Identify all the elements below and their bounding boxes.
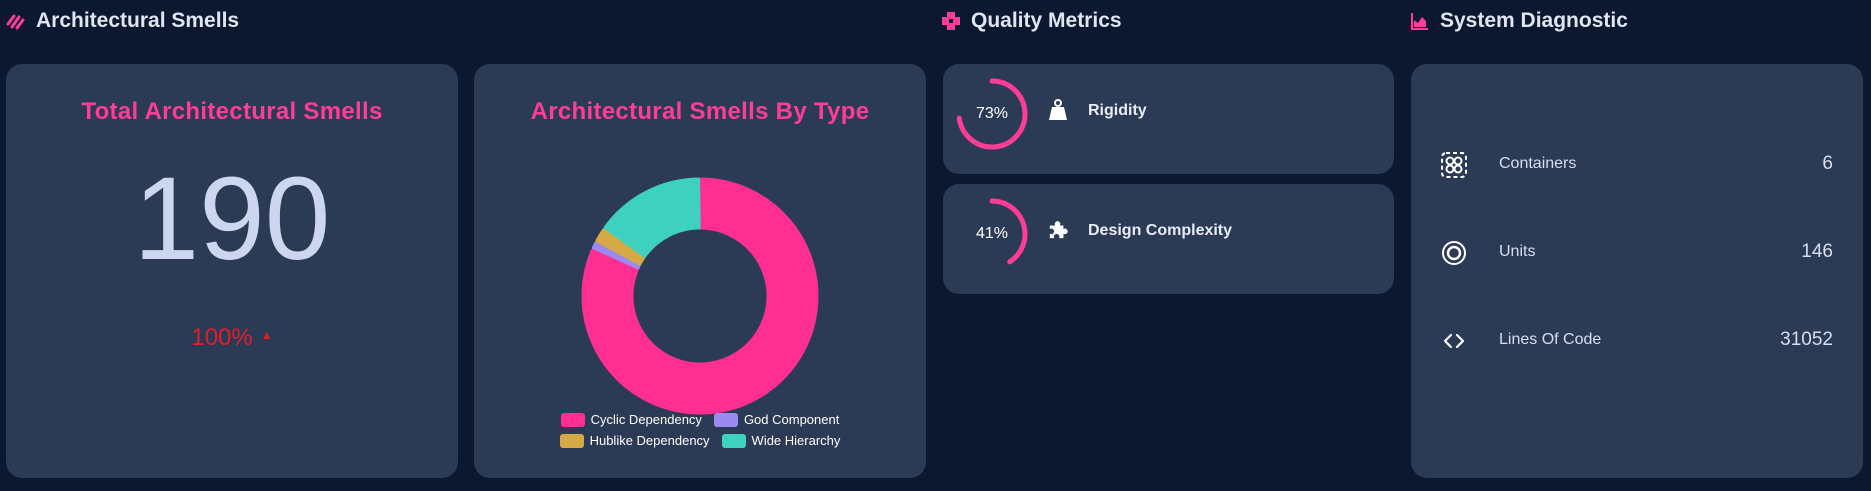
legend-item[interactable]: Wide Hierarchy [721,433,841,448]
change-indicator: 100% ▲ [6,324,458,352]
metric-card-rigidity[interactable]: 73% Rigidity [943,64,1394,174]
diagnostic-row-units: Units 146 [1411,232,1863,272]
legend-label: Cyclic Dependency [590,412,702,427]
metric-label: Design Complexity [1088,222,1233,239]
system-diagnostic-card: Containers 6 Units 146 Lines Of Code 310… [1411,64,1863,478]
legend-label: God Component [743,412,840,427]
metric-card-design-complexity[interactable]: 41% Design Complexity [943,184,1394,294]
chart-heading: Architectural Smells By Type [530,98,870,125]
metric-label: Rigidity [1088,102,1147,119]
legend-label: Hublike Dependency [589,433,710,448]
legend-item[interactable]: Cyclic Dependency [560,412,702,427]
units-icon [1442,241,1466,265]
diagnostic-value: 31052 [1780,329,1833,350]
quality-metrics-section-title: Quality Metrics [941,6,1122,36]
card-heading: Total Architectural Smells [81,98,383,125]
total-smells-value: 190 [133,153,331,285]
legend-swatch [721,433,746,448]
donut-chart [581,177,819,415]
diagnostic-value: 6 [1822,153,1833,174]
diagnostic-label: Units [1499,243,1536,260]
diagnostic-row-lines-of-code: Lines Of Code 31052 [1411,320,1863,360]
puzzle-icon [1049,221,1068,239]
area-chart-icon [1411,13,1428,30]
caret-up-icon: ▲ [260,328,273,342]
legend-label: Wide Hierarchy [751,433,841,448]
diagnostic-label: Lines Of Code [1499,331,1602,348]
legend-item[interactable]: God Component [713,412,840,427]
section-title-text: Architectural Smells [36,9,240,32]
code-icon [1443,333,1465,349]
diagnostic-label: Containers [1499,155,1577,172]
change-percent: 100% [191,324,253,351]
total-smells-card: Total Architectural Smells 190 100% ▲ [6,64,458,478]
system-diagnostic-section-title: System Diagnostic [1410,6,1628,36]
legend-swatch [560,412,585,427]
containers-icon [1441,152,1467,178]
smells-by-type-card: Architectural Smells By Type Cyclic Depe… [474,64,926,478]
metric-percent: 73% [975,105,1009,122]
chart-legend: Cyclic Dependency God Component Hublike D… [474,412,926,448]
metric-percent: 41% [975,225,1009,242]
legend-swatch [713,412,738,427]
diagnostic-row-containers: Containers 6 [1411,144,1863,184]
legend-swatch [559,433,584,448]
quality-icon [942,12,960,30]
section-title-text: Quality Metrics [971,9,1122,32]
legend-item[interactable]: Hublike Dependency [559,433,710,448]
bars-slash-icon [6,14,25,30]
section-title-text: System Diagnostic [1440,9,1628,32]
architectural-smells-section-title: Architectural Smells [6,6,239,36]
diagnostic-value: 146 [1801,241,1833,262]
weight-icon [1049,99,1067,120]
